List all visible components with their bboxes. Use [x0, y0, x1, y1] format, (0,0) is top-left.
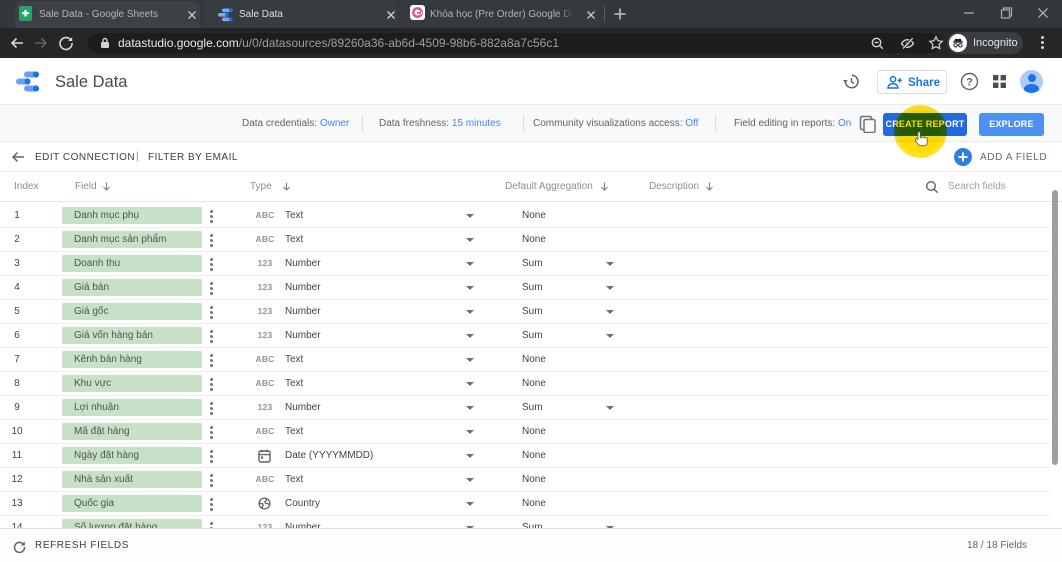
- svg-text:?: ?: [966, 76, 973, 88]
